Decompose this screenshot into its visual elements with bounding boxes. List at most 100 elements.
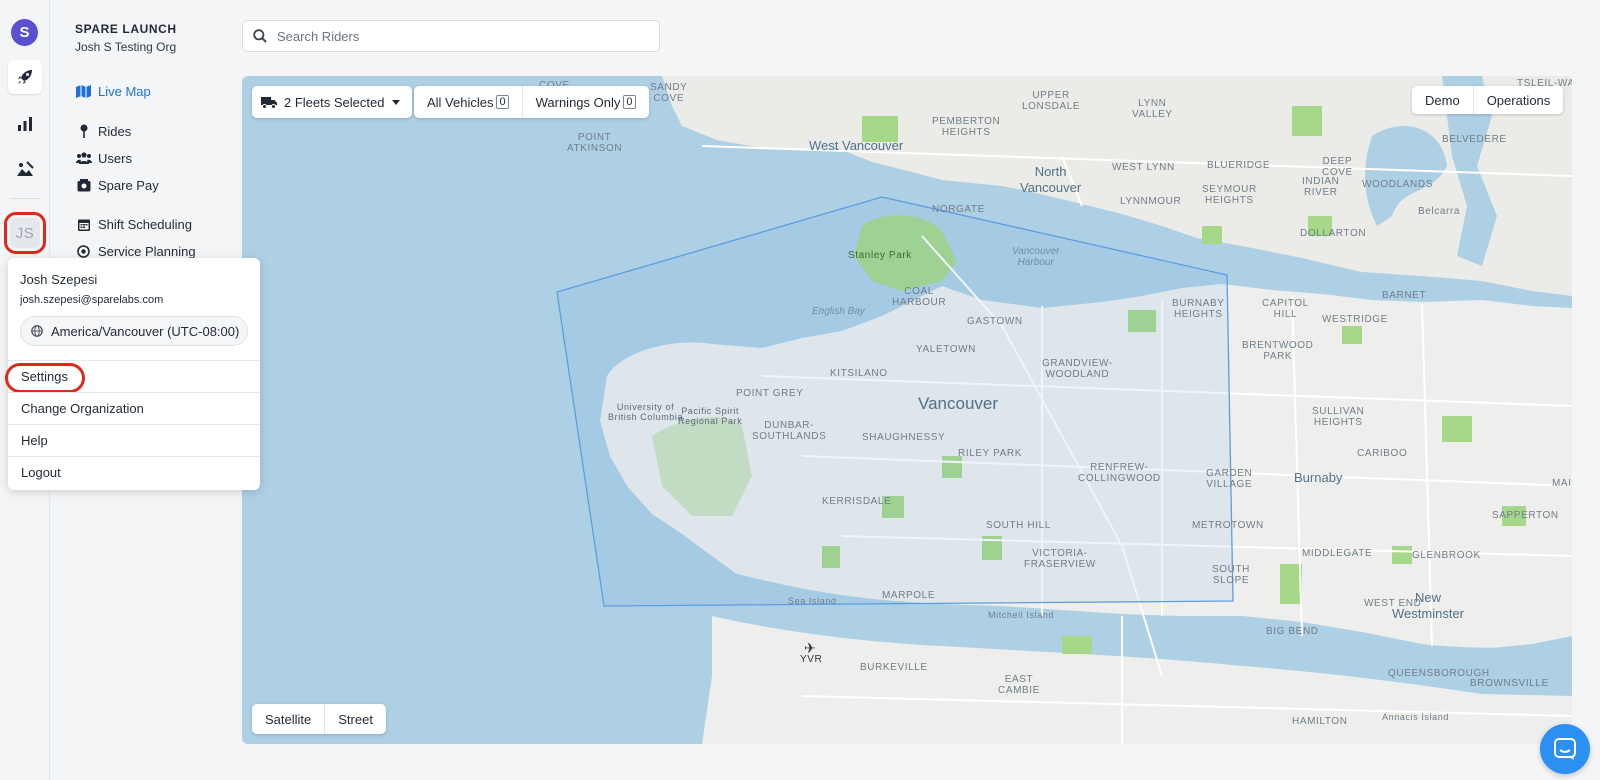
- target-icon: [75, 244, 92, 258]
- map-label-west-end: WEST END: [1364, 598, 1422, 609]
- avatar-initials: JS: [10, 218, 40, 248]
- menu-item-logout[interactable]: Logout: [8, 456, 260, 488]
- fleet-dropdown[interactable]: 2 Fleets Selected: [252, 86, 412, 118]
- map-label-east-cambie: EAST CAMBIE: [998, 674, 1040, 696]
- map-label-pacific-spirit: Pacific Spirit Regional Park: [678, 406, 743, 426]
- map-label-dollarton: DOLLARTON: [1300, 228, 1367, 239]
- menu-item-settings[interactable]: Settings: [5, 360, 260, 393]
- map-label-yaletown: YALETOWN: [916, 344, 976, 355]
- map-label-lynnmour: LYNNMOUR: [1120, 196, 1182, 207]
- analytics-chart-icon[interactable]: [8, 107, 42, 141]
- nav-label: Service Planning: [98, 243, 196, 259]
- all-vehicles-count: 0: [496, 95, 509, 109]
- fleet-selector[interactable]: 2 Fleets Selected: [252, 86, 413, 118]
- nav-label: Users: [98, 150, 132, 166]
- nav-item-spare-pay[interactable]: Spare Pay: [75, 175, 159, 195]
- timezone-pill[interactable]: America/Vancouver (UTC-08:00): [20, 316, 248, 346]
- map-label-woodlands: WOODLANDS: [1362, 179, 1433, 190]
- map-label-brownsville: BROWNSVILLE: [1470, 678, 1549, 689]
- map-label-garden-village: GARDEN VILLAGE: [1206, 468, 1253, 490]
- operations-button[interactable]: Operations: [1474, 86, 1564, 114]
- map-label-sullivan-heights: SULLIVAN HEIGHTS: [1312, 406, 1365, 428]
- chat-launcher-button[interactable]: [1540, 724, 1590, 774]
- nav-item-live-map[interactable]: Live Map: [75, 81, 151, 101]
- fleet-label: 2 Fleets Selected: [284, 94, 385, 110]
- map-label-capitol-hill: CAPITOL HILL: [1262, 298, 1309, 320]
- map-label-coal-harbour: COAL HARBOUR: [892, 286, 947, 308]
- map-label-norgate: NORGATE: [932, 204, 985, 215]
- map-label-grandview: GRANDVIEW- WOODLAND: [1042, 358, 1113, 380]
- menu-item-label: Logout: [21, 465, 61, 480]
- street-button[interactable]: Street: [325, 704, 386, 734]
- map-label-renfrew: RENFREW- COLLINGWOOD: [1078, 462, 1161, 484]
- map-label-metrotown: METROTOWN: [1192, 520, 1264, 531]
- all-vehicles-button[interactable]: All Vehicles 0: [414, 86, 523, 118]
- map-label-riley-park: RILEY PARK: [958, 448, 1022, 459]
- van-icon: [261, 96, 277, 109]
- warnings-only-button[interactable]: Warnings Only 0: [523, 86, 649, 118]
- filter-label: Warnings Only: [535, 94, 621, 110]
- org-subtitle: Josh S Testing Org: [75, 40, 177, 54]
- map-label-shaughnessy: SHAUGHNESSY: [862, 432, 946, 443]
- map-label-pemberton-heights: PEMBERTON HEIGHTS: [932, 116, 1001, 138]
- rider-search[interactable]: [242, 20, 660, 52]
- map-style-toggle[interactable]: Satellite Street: [252, 704, 386, 734]
- mode-toggle[interactable]: Demo Operations: [1412, 86, 1564, 114]
- map-label-gastown: GASTOWN: [967, 316, 1023, 327]
- map-label-lynn-valley: LYNN VALLEY: [1132, 98, 1173, 120]
- map-label-point-atkinson: POINT ATKINSON: [567, 132, 623, 154]
- map-label-kerrisdale: KERRISDALE: [822, 496, 892, 507]
- map-label-west-vancouver: West Vancouver: [809, 138, 904, 153]
- map-label-burnaby-heights: BURNABY HEIGHTS: [1172, 298, 1225, 320]
- launch-rocket-icon[interactable]: [8, 60, 42, 94]
- map-label-north-vancouver: North Vancouver: [1020, 164, 1082, 195]
- map-label-westridge: WESTRIDGE: [1322, 314, 1388, 325]
- user-menu: Josh Szepesi josh.szepesi@sparelabs.com …: [5, 258, 260, 490]
- user-email: josh.szepesi@sparelabs.com: [20, 294, 164, 306]
- map-image-icon[interactable]: [8, 152, 42, 186]
- calendar-icon: [75, 217, 92, 231]
- chat-icon: [1553, 737, 1577, 761]
- nav-label: Spare Pay: [98, 177, 159, 193]
- map-label-sapperton: SAPPERTON: [1492, 510, 1559, 521]
- map-label-victoria-fraserview: VICTORIA- FRASERVIEW: [1024, 548, 1096, 570]
- nav-item-shift-scheduling[interactable]: Shift Scheduling: [75, 214, 192, 234]
- map-label-kitsilano: KITSILANO: [830, 368, 888, 379]
- map-label-ubc: University of British Columbia: [608, 402, 684, 422]
- org-name: SPARE LAUNCH: [75, 22, 177, 36]
- demo-button[interactable]: Demo: [1412, 86, 1474, 114]
- map-label-yvr: YVR: [800, 654, 823, 665]
- satellite-button[interactable]: Satellite: [252, 704, 326, 734]
- nav-item-users[interactable]: Users: [75, 148, 132, 168]
- map-label-west-lynn: WEST LYNN: [1112, 162, 1175, 173]
- timezone-label: America/Vancouver (UTC-08:00): [51, 323, 240, 339]
- nav-label: Live Map: [98, 83, 151, 99]
- map-label-stanley-park: Stanley Park: [848, 250, 912, 261]
- map-label-mitchell-island: Mitchell Island: [988, 610, 1055, 620]
- map-label-blueridge: BLUERIDGE: [1207, 160, 1271, 171]
- globe-icon: [31, 325, 43, 337]
- pin-icon: [75, 124, 92, 138]
- user-name: Josh Szepesi: [20, 272, 98, 287]
- caret-down-icon: [392, 99, 401, 105]
- menu-item-label: Change Organization: [21, 401, 144, 416]
- menu-item-help[interactable]: Help: [8, 424, 260, 456]
- nav-item-rides[interactable]: Rides: [75, 121, 131, 141]
- map-label-barnet: BARNET: [1382, 290, 1427, 301]
- vehicle-filter[interactable]: All Vehicles 0 Warnings Only 0: [414, 86, 649, 118]
- nav-label: Rides: [98, 123, 132, 139]
- map-label-big-bend: BIG BEND: [1266, 626, 1319, 637]
- map-label-annacis: Annacis Island: [1382, 712, 1449, 722]
- map-label-seymour-heights: SEYMOUR HEIGHTS: [1202, 184, 1257, 206]
- map-label-middlegate: MIDDLEGATE: [1302, 548, 1373, 559]
- search-input[interactable]: [277, 28, 637, 44]
- map-label-hamilton: HAMILTON: [1292, 716, 1348, 727]
- map-label-burkeville: BURKEVILLE: [860, 662, 928, 673]
- map-label-glenbrook: GLENBROOK: [1412, 550, 1481, 561]
- menu-item-change-organization[interactable]: Change Organization: [8, 392, 260, 424]
- user-avatar-button[interactable]: JS: [4, 212, 46, 254]
- map-label-indian-river: INDIAN RIVER: [1302, 176, 1340, 198]
- live-map[interactable]: Cove SANDY COVE POINT ATKINSON West Vanc…: [242, 76, 1572, 744]
- map-label-marpole: MARPOLE: [882, 590, 936, 601]
- spare-logo[interactable]: S: [11, 19, 38, 46]
